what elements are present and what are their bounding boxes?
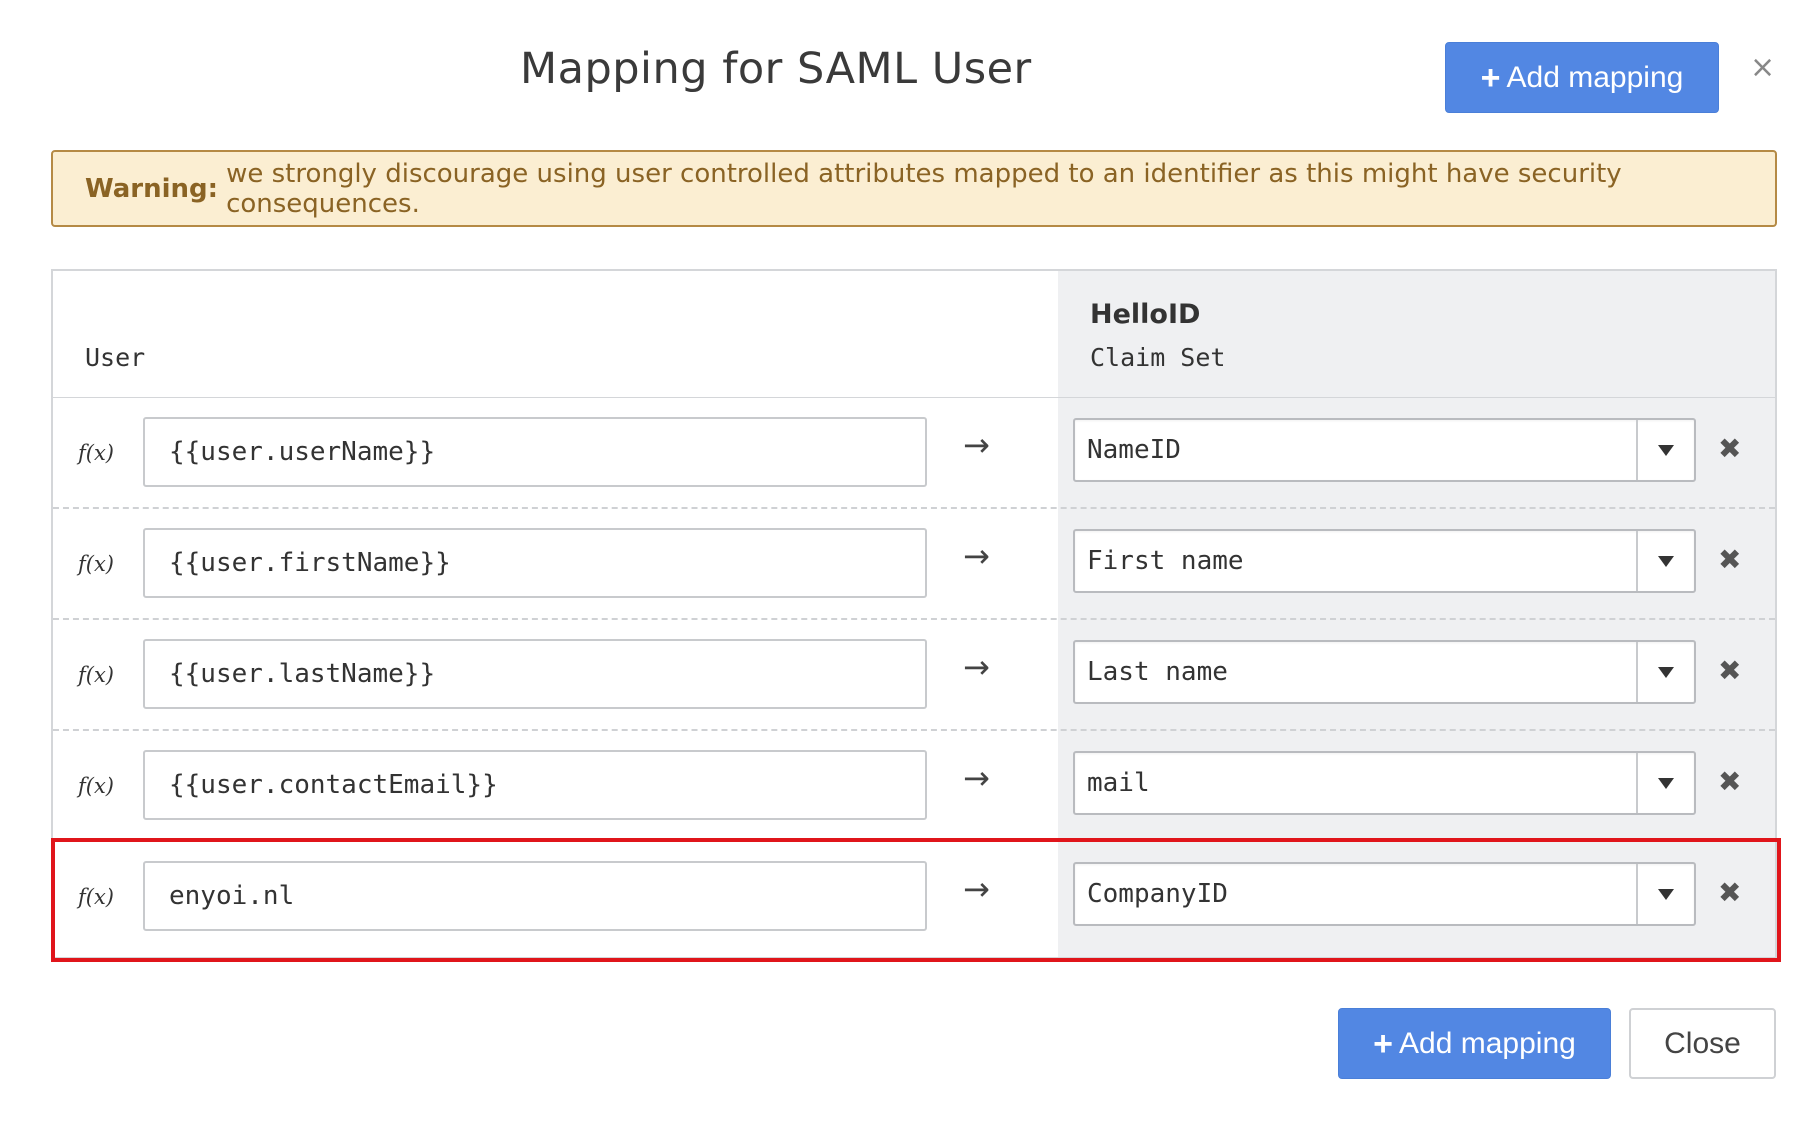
- dropdown-toggle[interactable]: [1636, 531, 1694, 591]
- remove-mapping-icon[interactable]: ✖: [1718, 543, 1741, 576]
- dropdown-toggle[interactable]: [1636, 420, 1694, 480]
- plus-icon: +: [1480, 58, 1501, 97]
- close-button[interactable]: Close: [1629, 1008, 1776, 1079]
- source-expression-input[interactable]: [143, 639, 927, 709]
- claim-select-value: Last name: [1087, 657, 1228, 687]
- add-mapping-button-bottom[interactable]: + Add mapping: [1338, 1008, 1611, 1079]
- arrow-right-icon: →: [963, 648, 990, 686]
- warning-alert: Warning: we strongly discourage using us…: [51, 150, 1777, 227]
- dropdown-toggle[interactable]: [1636, 642, 1694, 702]
- mapping-row: f(x) → CompanyID ✖: [53, 842, 1775, 953]
- remove-mapping-icon[interactable]: ✖: [1718, 765, 1741, 798]
- mapping-row: f(x) → Last name ✖: [53, 620, 1775, 731]
- caret-down-icon: [1658, 555, 1674, 567]
- function-label: f(x): [78, 774, 115, 798]
- source-expression-input[interactable]: [143, 750, 927, 820]
- source-expression-input[interactable]: [143, 861, 927, 931]
- warning-text: we strongly discourage using user contro…: [226, 158, 1622, 219]
- warning-label: Warning:: [85, 173, 219, 204]
- function-label: f(x): [78, 663, 115, 687]
- function-label: f(x): [78, 441, 115, 465]
- function-label: f(x): [78, 552, 115, 576]
- dialog-title: Mapping for SAML User: [520, 44, 1032, 94]
- mapping-dialog: Mapping for SAML User + Add mapping × Wa…: [0, 0, 1816, 1122]
- add-mapping-label: Add mapping: [1506, 60, 1684, 94]
- claim-select[interactable]: CompanyID: [1073, 862, 1696, 926]
- arrow-right-icon: →: [963, 870, 990, 908]
- remove-mapping-icon[interactable]: ✖: [1718, 876, 1741, 909]
- add-mapping-label: Add mapping: [1399, 1026, 1576, 1060]
- remove-mapping-icon[interactable]: ✖: [1718, 654, 1741, 687]
- source-expression-input[interactable]: [143, 417, 927, 487]
- caret-down-icon: [1658, 777, 1674, 789]
- source-expression-input[interactable]: [143, 528, 927, 598]
- claim-select[interactable]: NameID: [1073, 418, 1696, 482]
- add-mapping-button-top[interactable]: + Add mapping: [1445, 42, 1719, 113]
- user-column-header: User: [85, 343, 146, 372]
- function-label: f(x): [78, 885, 115, 909]
- plus-icon: +: [1373, 1024, 1394, 1063]
- caret-down-icon: [1658, 888, 1674, 900]
- claim-select[interactable]: Last name: [1073, 640, 1696, 704]
- arrow-right-icon: →: [963, 537, 990, 575]
- mapping-table: User HelloID Claim Set f(x) → NameID ✖ f…: [51, 269, 1777, 959]
- claim-column-title: HelloID: [1090, 299, 1201, 330]
- claim-select-value: mail: [1087, 768, 1150, 798]
- claim-select-value: CompanyID: [1087, 879, 1228, 909]
- mapping-row: f(x) → NameID ✖: [53, 398, 1775, 509]
- claim-select-value: First name: [1087, 546, 1244, 576]
- arrow-right-icon: →: [963, 759, 990, 797]
- mapping-row: f(x) → mail ✖: [53, 731, 1775, 842]
- dropdown-toggle[interactable]: [1636, 864, 1694, 924]
- remove-mapping-icon[interactable]: ✖: [1718, 432, 1741, 465]
- arrow-right-icon: →: [963, 426, 990, 464]
- claim-select[interactable]: First name: [1073, 529, 1696, 593]
- mapping-row: f(x) → First name ✖: [53, 509, 1775, 620]
- caret-down-icon: [1658, 444, 1674, 456]
- close-icon[interactable]: ×: [1750, 50, 1775, 85]
- caret-down-icon: [1658, 666, 1674, 678]
- dropdown-toggle[interactable]: [1636, 753, 1694, 813]
- claim-select[interactable]: mail: [1073, 751, 1696, 815]
- claim-column-subtitle: Claim Set: [1090, 343, 1226, 372]
- claim-select-value: NameID: [1087, 435, 1181, 465]
